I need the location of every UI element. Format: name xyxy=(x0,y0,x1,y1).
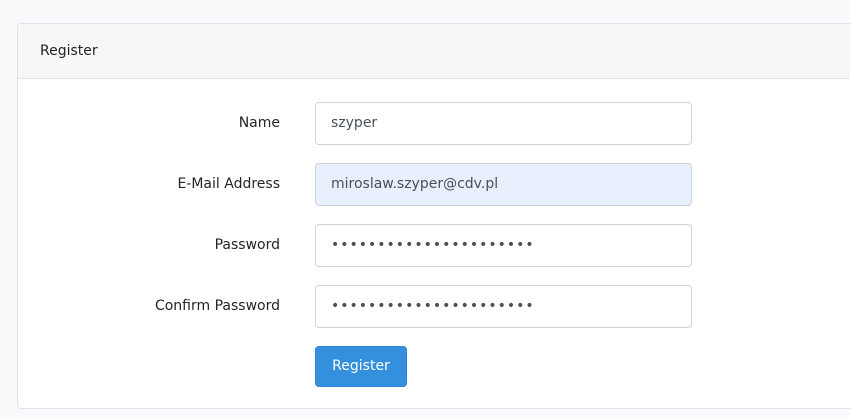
password-input[interactable]: •••••••••••••••••••••• xyxy=(315,224,692,267)
form-group-name: Name szyper xyxy=(18,102,850,145)
email-input[interactable]: miroslaw.szyper@cdv.pl xyxy=(315,163,692,206)
card-header: Register xyxy=(18,24,850,79)
confirm-password-label: Confirm Password xyxy=(154,298,280,314)
name-label: Name xyxy=(238,115,280,131)
name-input[interactable]: szyper xyxy=(315,102,692,145)
password-label: Password xyxy=(214,237,280,253)
card-title: Register xyxy=(40,43,98,59)
form-group-email: E-Mail Address miroslaw.szyper@cdv.pl xyxy=(18,163,850,206)
form-group-password: Password •••••••••••••••••••••• xyxy=(18,224,850,267)
confirm-password-input[interactable]: •••••••••••••••••••••• xyxy=(315,285,692,328)
email-label: E-Mail Address xyxy=(177,176,280,192)
register-button[interactable]: Register xyxy=(315,346,407,387)
register-card: Register Name szyper E-Mail Address miro… xyxy=(17,23,850,409)
form-group-confirm-password: Confirm Password •••••••••••••••••••••• xyxy=(18,285,850,328)
